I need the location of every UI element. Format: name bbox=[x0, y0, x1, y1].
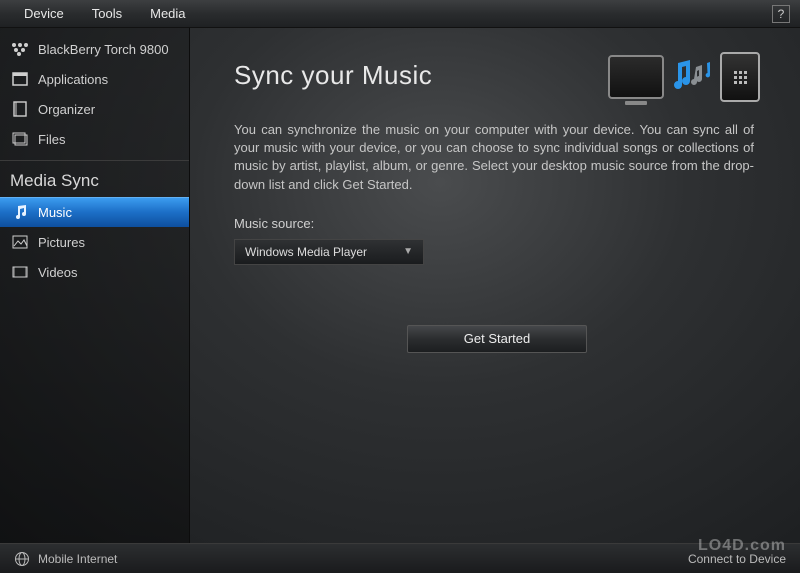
music-icon bbox=[10, 203, 30, 221]
blackberry-icon bbox=[10, 40, 30, 58]
sidebar-item-music[interactable]: Music bbox=[0, 197, 189, 227]
sidebar-item-organizer[interactable]: Organizer bbox=[0, 94, 189, 124]
menu-device[interactable]: Device bbox=[10, 2, 78, 25]
sidebar-item-label: Pictures bbox=[38, 235, 85, 250]
applications-icon bbox=[10, 70, 30, 88]
menubar: Device Tools Media ? bbox=[0, 0, 800, 28]
dropdown-value: Windows Media Player bbox=[245, 245, 367, 259]
sidebar-item-label: Organizer bbox=[38, 102, 95, 117]
videos-icon bbox=[10, 263, 30, 281]
pictures-icon bbox=[10, 233, 30, 251]
sidebar-item-label: Videos bbox=[38, 265, 78, 280]
main-panel: Sync your Music You can synchronize the … bbox=[190, 28, 800, 543]
sidebar-item-label: Applications bbox=[38, 72, 108, 87]
menu-media[interactable]: Media bbox=[136, 2, 199, 25]
page-description: You can synchronize the music on your co… bbox=[234, 121, 754, 194]
chevron-down-icon: ▼ bbox=[403, 246, 413, 257]
sidebar-item-pictures[interactable]: Pictures bbox=[0, 227, 189, 257]
sidebar-section-media-sync: Media Sync bbox=[0, 160, 189, 197]
connect-device-link[interactable]: Connect to Device bbox=[688, 552, 786, 566]
body-area: BlackBerry Torch 9800 Applications Organ… bbox=[0, 28, 800, 543]
get-started-button[interactable]: Get Started bbox=[407, 325, 587, 353]
device-icon bbox=[720, 52, 760, 102]
sidebar-item-videos[interactable]: Videos bbox=[0, 257, 189, 287]
sidebar-item-applications[interactable]: Applications bbox=[0, 64, 189, 94]
files-icon bbox=[10, 130, 30, 148]
monitor-icon bbox=[608, 55, 664, 99]
sidebar-item-files[interactable]: Files bbox=[0, 124, 189, 154]
music-notes-icon bbox=[670, 57, 714, 97]
sync-illustration bbox=[608, 52, 760, 102]
sidebar-item-label: Files bbox=[38, 132, 65, 147]
statusbar: Mobile Internet Connect to Device bbox=[0, 543, 800, 573]
mobile-internet-link[interactable]: Mobile Internet bbox=[38, 552, 117, 566]
help-button[interactable]: ? bbox=[772, 5, 790, 23]
sidebar-item-label: Music bbox=[38, 205, 72, 220]
sidebar: BlackBerry Torch 9800 Applications Organ… bbox=[0, 28, 190, 543]
music-source-dropdown[interactable]: Windows Media Player ▼ bbox=[234, 239, 424, 265]
sidebar-item-device[interactable]: BlackBerry Torch 9800 bbox=[0, 34, 189, 64]
menu-tools[interactable]: Tools bbox=[78, 2, 136, 25]
sidebar-item-label: BlackBerry Torch 9800 bbox=[38, 42, 169, 57]
music-source-label: Music source: bbox=[234, 216, 760, 231]
organizer-icon bbox=[10, 100, 30, 118]
globe-icon bbox=[14, 551, 30, 567]
